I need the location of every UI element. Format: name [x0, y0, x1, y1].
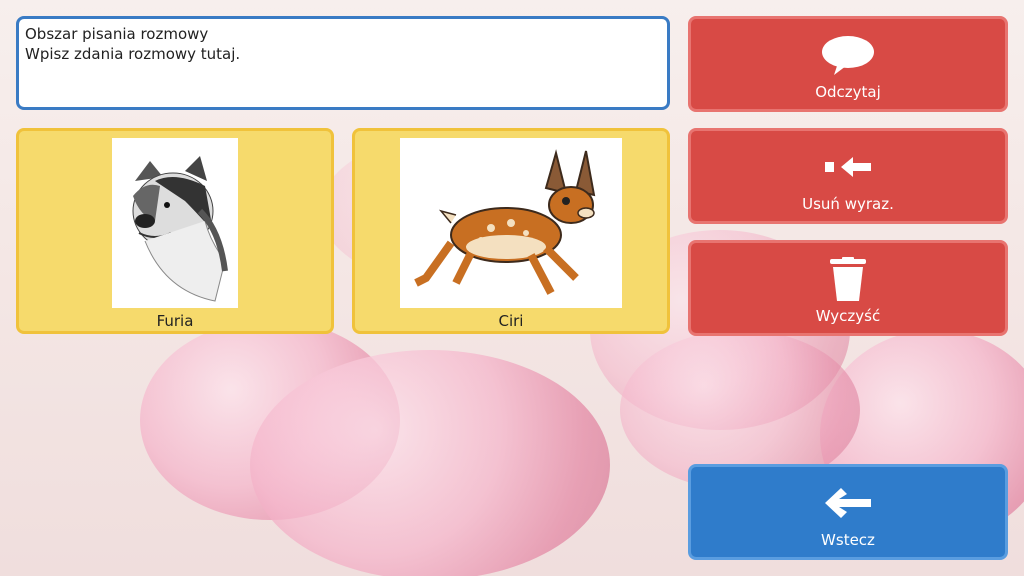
- back-label: Wstecz: [821, 531, 875, 549]
- tile-label: Ciri: [498, 312, 524, 330]
- speech-bubble-icon: [820, 33, 876, 77]
- conversation-hint: Wpisz zdania rozmowy tutaj.: [25, 45, 241, 63]
- clear-button[interactable]: Wyczyść: [688, 240, 1008, 336]
- delete-word-label: Usuń wyraz.: [802, 195, 894, 213]
- back-button[interactable]: Wstecz: [688, 464, 1008, 560]
- clear-label: Wyczyść: [815, 307, 881, 325]
- arrow-left-icon: [823, 481, 873, 525]
- delete-word-button[interactable]: Usuń wyraz.: [688, 128, 1008, 224]
- speak-button[interactable]: Odczytaj: [688, 16, 1008, 112]
- tile-label: Furia: [156, 312, 194, 330]
- conversation-title: Obszar pisania rozmowy: [25, 25, 209, 43]
- deer-picture: [400, 138, 622, 308]
- trash-icon: [828, 257, 868, 301]
- tile-furia[interactable]: Furia: [16, 128, 334, 334]
- dog-picture: [112, 138, 238, 308]
- speak-label: Odczytaj: [815, 83, 881, 101]
- tile-ciri[interactable]: Ciri: [352, 128, 670, 334]
- conversation-text-area[interactable]: Obszar pisania rozmowy Wpisz zdania rozm…: [16, 16, 670, 110]
- backspace-arrow-icon: [823, 145, 873, 189]
